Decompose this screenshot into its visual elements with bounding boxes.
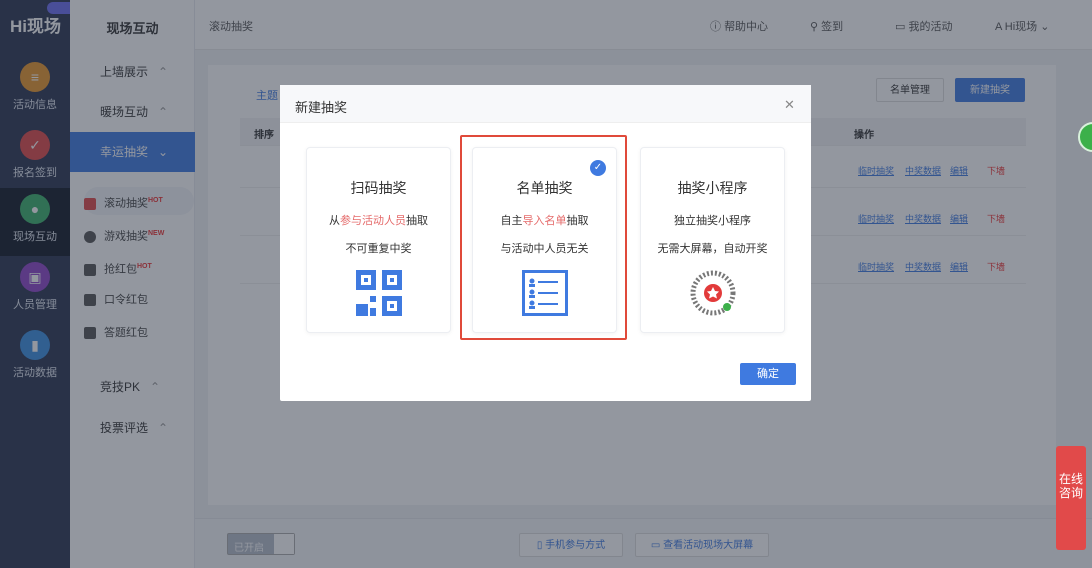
card-scan-draw[interactable]: 扫码抽奖 从参与活动人员抽取 不可重复中奖 — [306, 147, 451, 333]
card-desc: 独立抽奖小程序 — [674, 215, 751, 227]
desc-part: 抽取 — [406, 215, 428, 227]
confirm-button[interactable]: 确定 — [740, 363, 796, 385]
check-icon: ✓ — [590, 160, 606, 176]
card-desc: 从参与活动人员抽取 — [307, 212, 450, 228]
desc-highlight: 参与活动人员 — [340, 215, 406, 227]
dialog-title: 新建抽奖 — [295, 100, 348, 115]
desc-part: 从 — [329, 215, 340, 227]
mini-program-code-icon — [690, 270, 735, 316]
close-icon[interactable]: ✕ — [784, 97, 795, 113]
online-consult-button[interactable]: 在线咨询 — [1056, 446, 1086, 550]
card-note: 不可重复中奖 — [345, 243, 412, 255]
card-mini-program[interactable]: 抽奖小程序 独立抽奖小程序 无需大屏幕，自动开奖 — [640, 147, 785, 333]
card-title: 扫码抽奖 — [350, 180, 407, 196]
new-draw-dialog: 新建抽奖 ✕ 扫码抽奖 从参与活动人员抽取 不可重复中奖 名单抽奖 自主导入名单… — [280, 85, 811, 401]
dialog-header — [280, 85, 811, 123]
qr-code-icon — [355, 270, 402, 316]
card-title: 抽奖小程序 — [677, 180, 748, 196]
card-note: 无需大屏幕，自动开奖 — [657, 243, 768, 255]
